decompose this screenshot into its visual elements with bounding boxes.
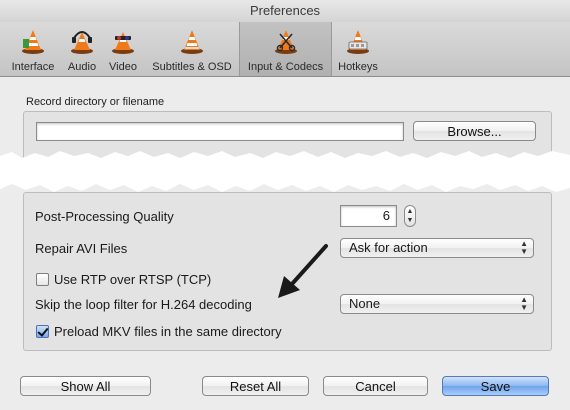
annotation-arrow-icon <box>278 244 328 298</box>
post-processing-field[interactable]: 6 <box>340 205 397 227</box>
input-codecs-cone-icon <box>274 30 297 54</box>
repair-avi-select[interactable]: Ask for action ▲ ▼ <box>340 238 534 258</box>
post-processing-label: Post-Processing Quality <box>35 209 174 224</box>
skip-loop-filter-value: None <box>349 296 381 311</box>
tab-input-codecs-label: Input & Codecs <box>247 61 324 73</box>
tab-interface[interactable]: Interface <box>4 22 62 76</box>
tab-subtitles-osd[interactable]: Subtitles & OSD <box>146 22 238 76</box>
record-path-input[interactable] <box>36 122 404 141</box>
audio-cone-icon <box>71 31 93 54</box>
cancel-button[interactable]: Cancel <box>323 376 428 396</box>
preload-mkv-label: Preload MKV files in the same directory <box>54 324 282 339</box>
save-button[interactable]: Save <box>442 376 549 396</box>
rtp-label: Use RTP over RTSP (TCP) <box>54 272 212 287</box>
preload-mkv-checkbox[interactable] <box>36 325 49 338</box>
repair-avi-value: Ask for action <box>349 240 428 255</box>
tab-audio-label: Audio <box>67 61 97 73</box>
preferences-toolbar: Interface Audio Video Subtitles & OSD In… <box>0 22 570 77</box>
window-title: Preferences <box>0 0 570 22</box>
hotkeys-cone-icon <box>347 30 369 54</box>
stepper-down-icon[interactable]: ▼ <box>405 217 415 224</box>
tab-video[interactable]: Video <box>104 22 142 76</box>
rtp-checkbox[interactable] <box>36 273 49 286</box>
tab-audio[interactable]: Audio <box>64 22 100 76</box>
browse-button[interactable]: Browse... <box>413 121 536 141</box>
tab-subtitles-osd-label: Subtitles & OSD <box>152 61 232 73</box>
video-cone-icon <box>112 32 134 54</box>
stepper-up-icon[interactable]: ▲ <box>405 208 415 215</box>
skip-loop-filter-label: Skip the loop filter for H.264 decoding <box>35 297 252 312</box>
reset-all-button[interactable]: Reset All <box>202 376 309 396</box>
show-all-button[interactable]: Show All <box>20 376 151 396</box>
tab-hotkeys[interactable]: Hotkeys <box>333 22 383 76</box>
torn-edge-divider <box>0 151 570 192</box>
tab-input-codecs[interactable]: Input & Codecs <box>239 22 332 76</box>
post-processing-stepper[interactable]: ▲ ▼ <box>404 205 416 227</box>
interface-cone-icon <box>22 30 44 54</box>
subtitles-cone-icon <box>181 30 203 54</box>
tab-video-label: Video <box>109 61 137 73</box>
tab-interface-label: Interface <box>11 61 55 73</box>
skip-loop-filter-select[interactable]: None ▲ ▼ <box>340 294 534 314</box>
repair-avi-label: Repair AVI Files <box>35 241 128 256</box>
popup-arrows-icon: ▲ ▼ <box>520 239 528 256</box>
tab-hotkeys-label: Hotkeys <box>338 61 378 73</box>
record-directory-label: Record directory or filename <box>26 96 165 108</box>
popup-arrows-icon: ▲ ▼ <box>520 295 528 312</box>
